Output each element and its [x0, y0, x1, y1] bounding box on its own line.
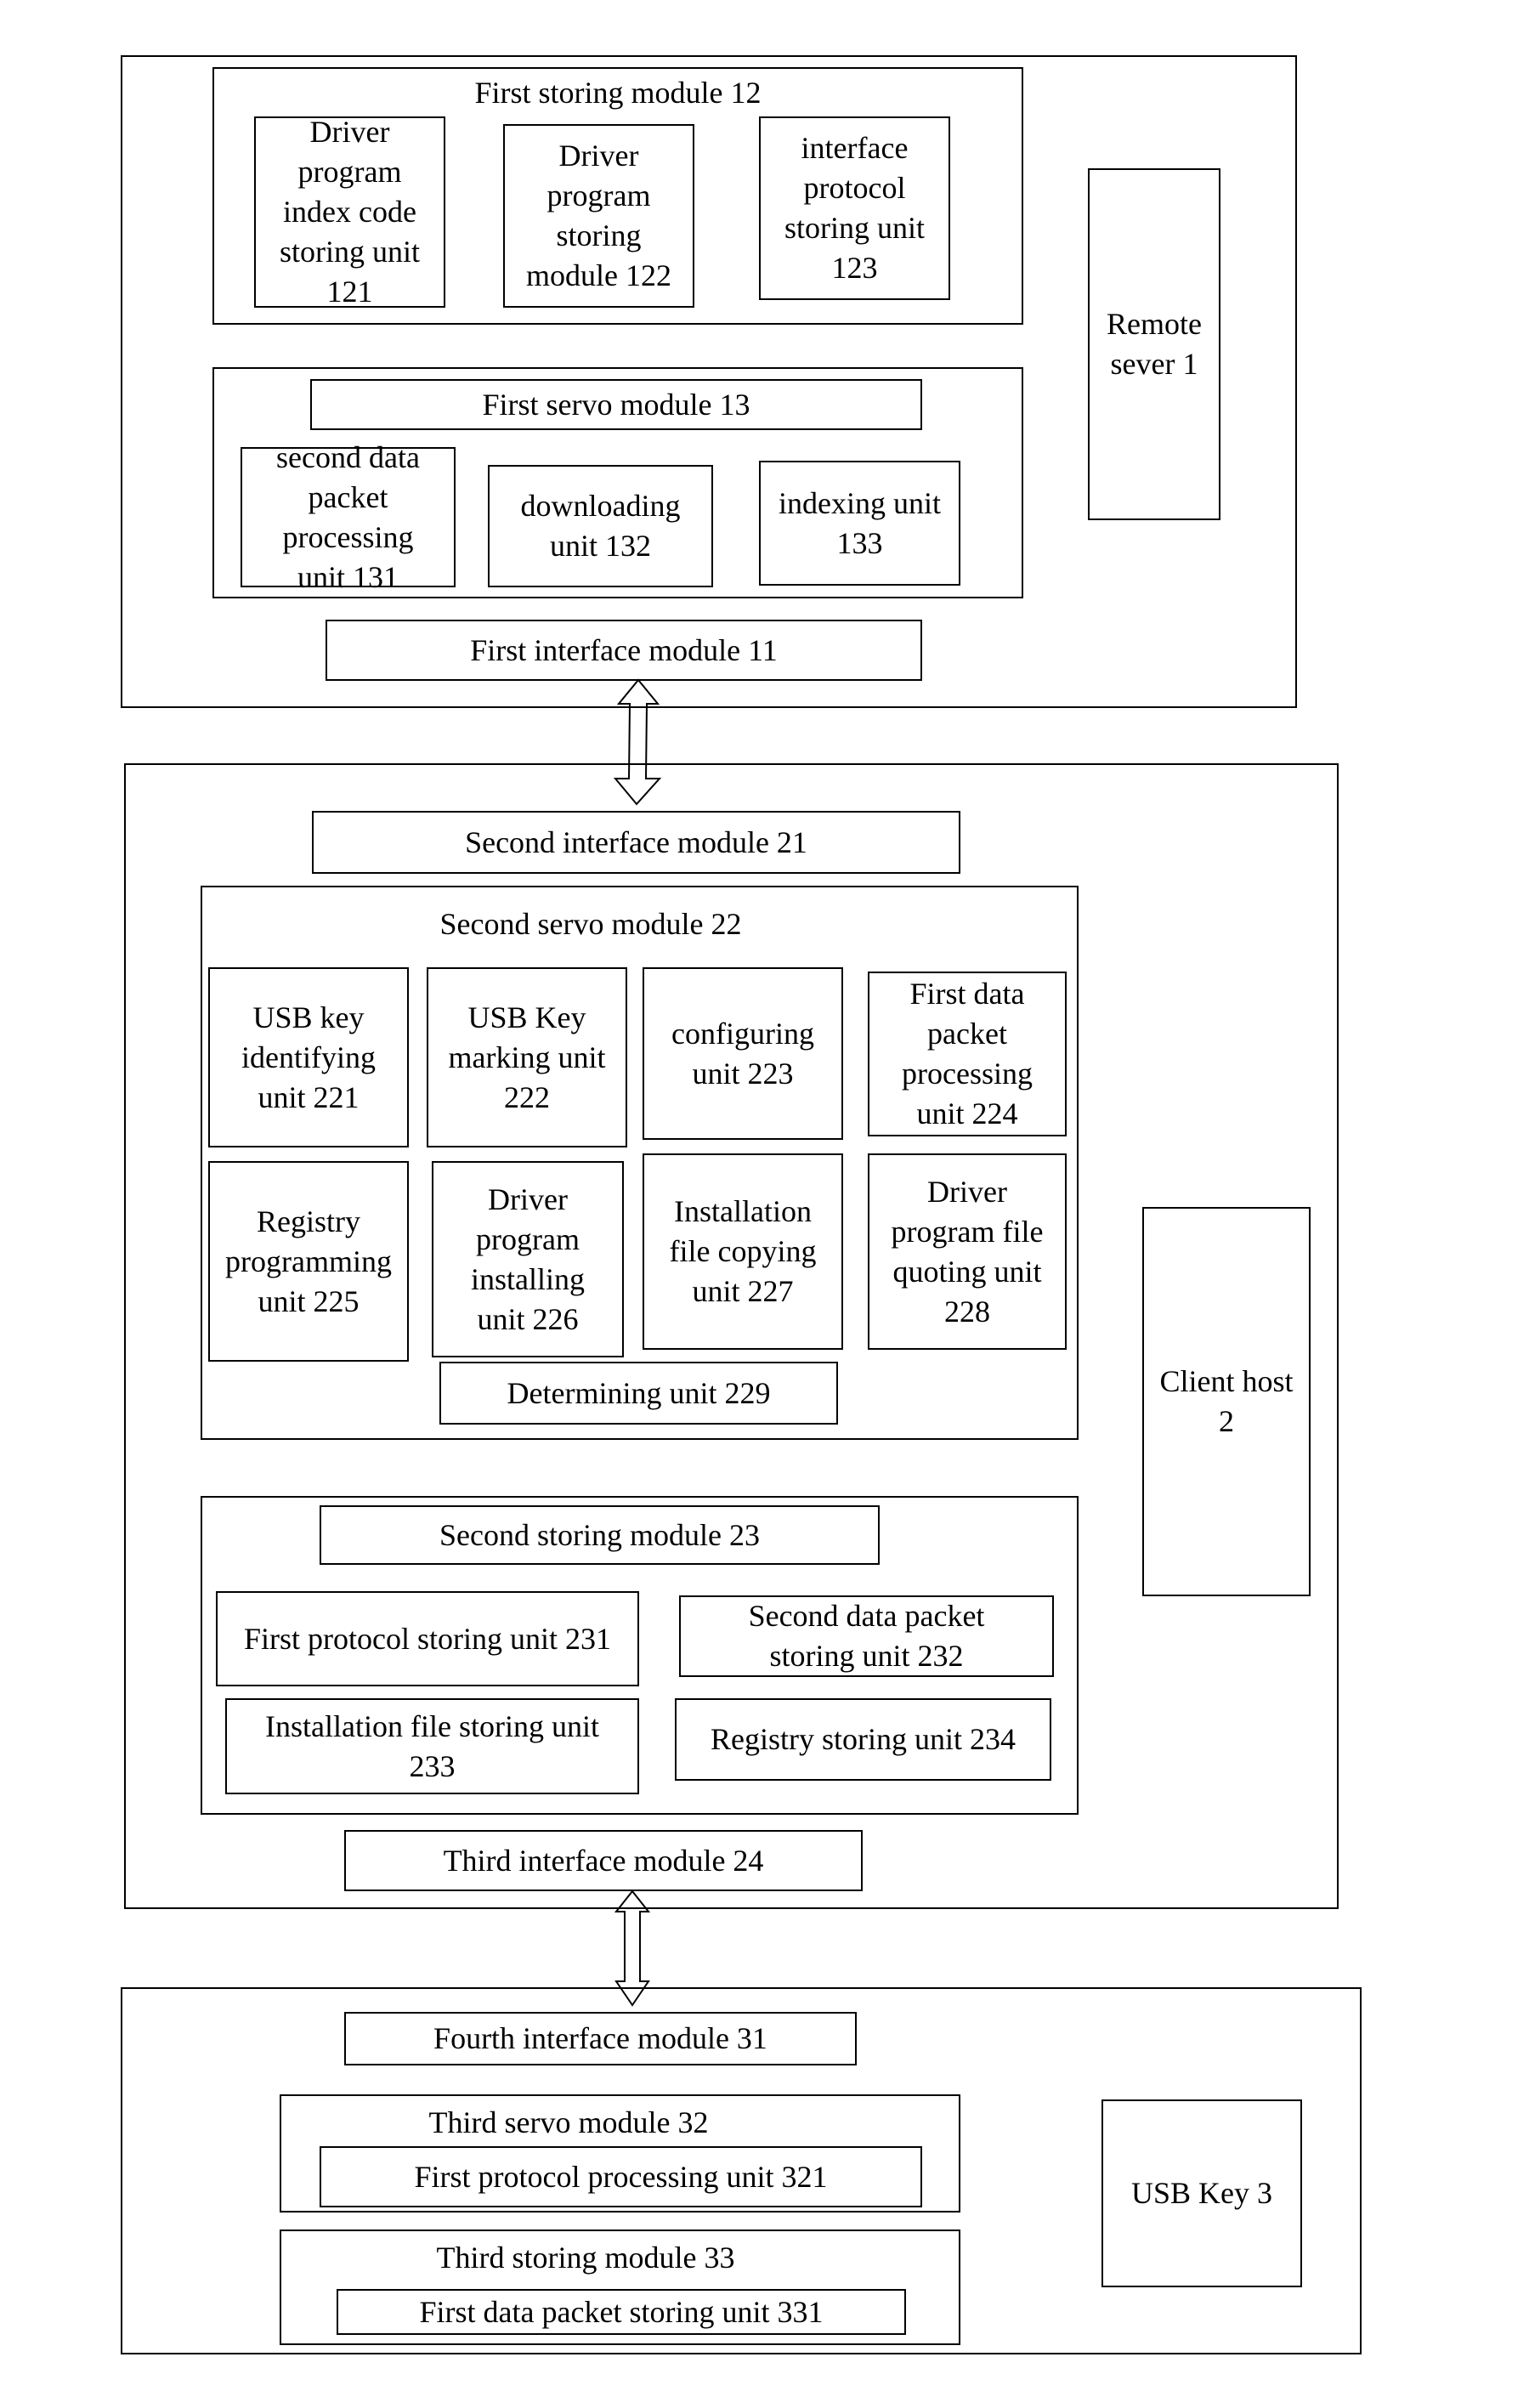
first-interface-module: First interface module 11 [326, 620, 922, 681]
second-data-packet-processing-unit: second data packet processing unit 131 [241, 440, 456, 594]
first-protocol-processing-unit: First protocol processing unit 321 [320, 2146, 922, 2207]
driver-program-file-quoting-unit: Driver program file quoting unit 228 [868, 1153, 1067, 1350]
second-servo-module-title: Second servo module 22 [439, 906, 742, 941]
installation-file-copying-unit: Installation file copying unit 227 [643, 1153, 843, 1350]
first-storing-module-title: First storing module 12 [474, 75, 762, 110]
first-data-packet-storing-unit: First data packet storing unit 331 [337, 2289, 906, 2335]
determining-unit: Determining unit 229 [439, 1362, 838, 1425]
second-storing-module-title: Second storing module 23 [320, 1505, 880, 1565]
downloading-unit: downloading unit 132 [488, 465, 713, 587]
second-data-packet-storing-unit: Second data packet storing unit 232 [679, 1595, 1054, 1677]
usb-key-label: USB Key 3 [1101, 2099, 1302, 2287]
second-interface-module: Second interface module 21 [312, 811, 960, 874]
third-servo-module-title: Third servo module 32 [428, 2105, 709, 2139]
remote-server-label: Remote sever 1 [1088, 168, 1220, 520]
first-data-packet-processing-unit: First data packet processing unit 224 [868, 972, 1067, 1136]
installation-file-storing-unit: Installation file storing unit 233 [225, 1698, 639, 1794]
driver-program-index-code-storing-unit: Driver program index code storing unit 1… [254, 115, 445, 309]
first-protocol-storing-unit: First protocol storing unit 231 [216, 1591, 639, 1686]
usb-key-identifying-unit: USB key identifying unit 221 [208, 967, 409, 1147]
third-interface-module: Third interface module 24 [344, 1830, 863, 1891]
registry-programming-unit: Registry programming unit 225 [208, 1161, 409, 1362]
client-host-label: Client host 2 [1142, 1207, 1311, 1596]
first-servo-module-title: First servo module 13 [310, 379, 922, 430]
indexing-unit: indexing unit 133 [759, 461, 960, 586]
configuring-unit: configuring unit 223 [643, 967, 843, 1140]
third-storing-module-title: Third storing module 33 [436, 2240, 735, 2275]
usb-key-marking-unit: USB Key marking unit 222 [427, 967, 627, 1147]
registry-storing-unit: Registry storing unit 234 [675, 1698, 1051, 1781]
driver-program-storing-module: Driver program storing module 122 [503, 124, 694, 308]
driver-program-installing-unit: Driver program installing unit 226 [432, 1161, 624, 1357]
interface-protocol-storing-unit: interface protocol storing unit 123 [759, 116, 950, 300]
fourth-interface-module: Fourth interface module 31 [344, 2012, 857, 2065]
